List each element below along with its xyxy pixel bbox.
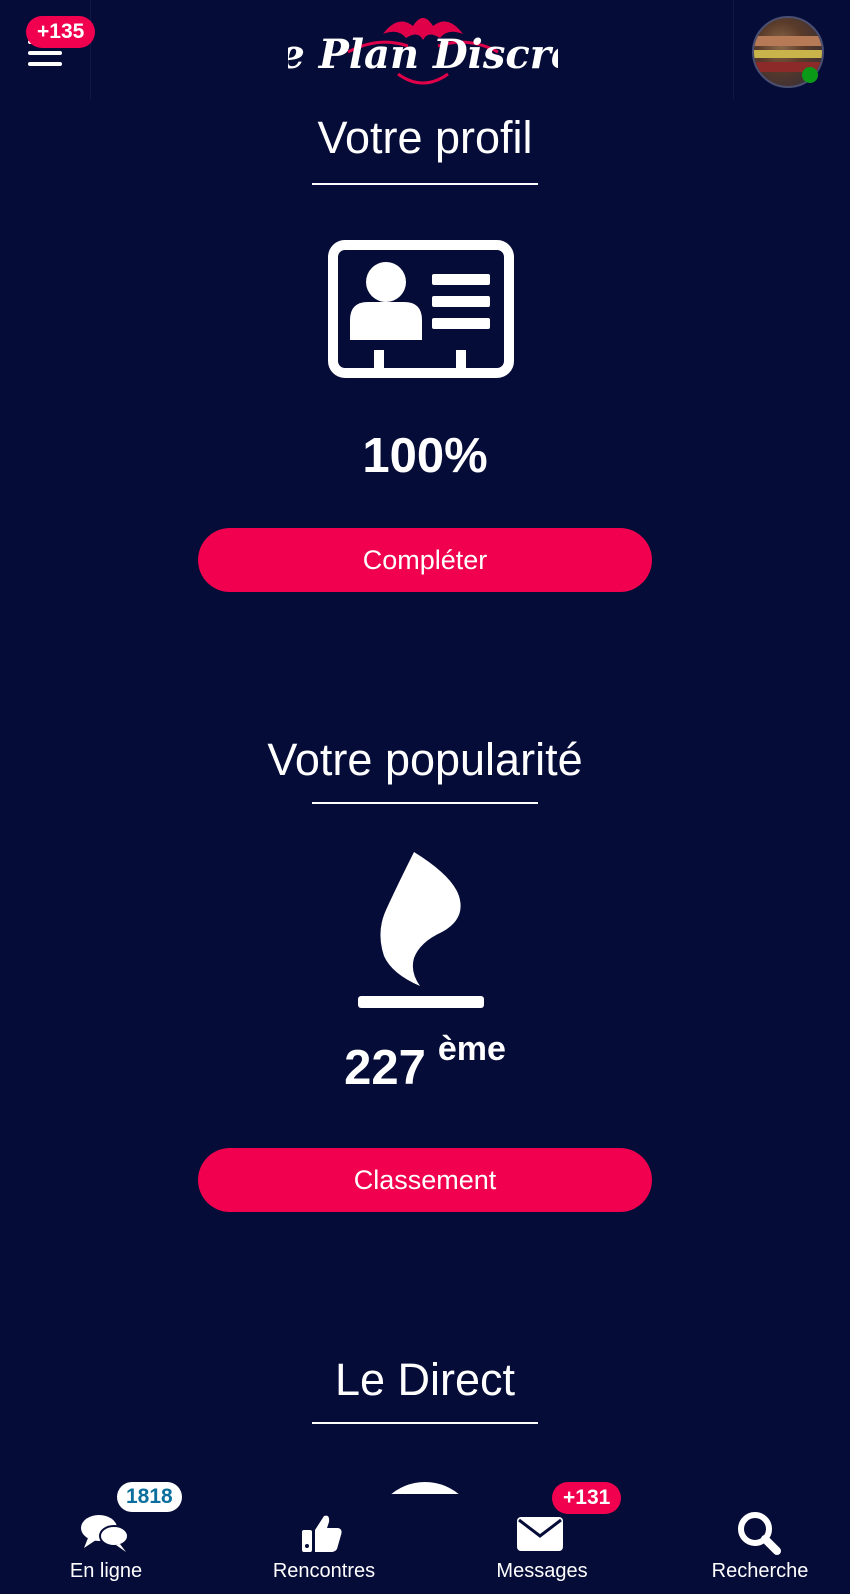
- top-bar: +135 Le Plan Discret: [0, 0, 850, 102]
- ranking-button[interactable]: Classement: [198, 1148, 652, 1212]
- header-divider: [733, 0, 734, 100]
- popularity-rank: 227 ème: [0, 1030, 850, 1096]
- bottom-navigation: 1818 En ligne Rencontres +131 Messages R…: [0, 1482, 850, 1594]
- chat-bubbles-icon: [81, 1515, 129, 1552]
- site-logo[interactable]: Le Plan Discret: [288, 12, 558, 88]
- nav-label-encounters: Rencontres: [272, 1560, 376, 1582]
- popularity-section-title: Votre popularité: [267, 734, 583, 785]
- id-card-icon: [328, 240, 514, 378]
- page: +135 Le Plan Discret Votre profil 100% C…: [0, 0, 850, 1594]
- nav-label-online: En ligne: [69, 1560, 143, 1582]
- menu-notification-badge: +135: [26, 16, 96, 48]
- search-icon: [738, 1512, 781, 1555]
- svg-text:Le Plan Discret: Le Plan Discret: [288, 31, 558, 78]
- messages-count-badge: +131: [552, 1482, 622, 1514]
- rank-number: 227: [344, 1041, 426, 1095]
- profile-completion-value: 100%: [362, 429, 488, 483]
- title-underline: [312, 183, 538, 185]
- nav-item-online[interactable]: 1818 En ligne: [0, 1482, 212, 1594]
- rank-suffix: ème: [437, 1030, 506, 1068]
- nav-item-search[interactable]: Recherche: [654, 1494, 850, 1594]
- envelope-icon: [517, 1517, 563, 1551]
- thumbs-up-icon: [302, 1515, 342, 1552]
- online-count-badge: 1818: [117, 1482, 182, 1512]
- nav-label-search: Recherche: [711, 1560, 809, 1582]
- nav-label-messages: Messages: [496, 1560, 588, 1582]
- flame-icon: [358, 852, 484, 1008]
- online-status-dot: [802, 67, 818, 83]
- complete-profile-button[interactable]: Compléter: [198, 528, 652, 592]
- profile-section-title: Votre profil: [317, 112, 533, 163]
- nav-item-messages[interactable]: +131 Messages: [436, 1482, 648, 1594]
- header-divider: [90, 0, 91, 100]
- live-section-title: Le Direct: [334, 1354, 516, 1405]
- nav-item-encounters[interactable]: Rencontres: [218, 1494, 430, 1594]
- title-underline: [312, 802, 538, 804]
- title-underline: [312, 1422, 538, 1424]
